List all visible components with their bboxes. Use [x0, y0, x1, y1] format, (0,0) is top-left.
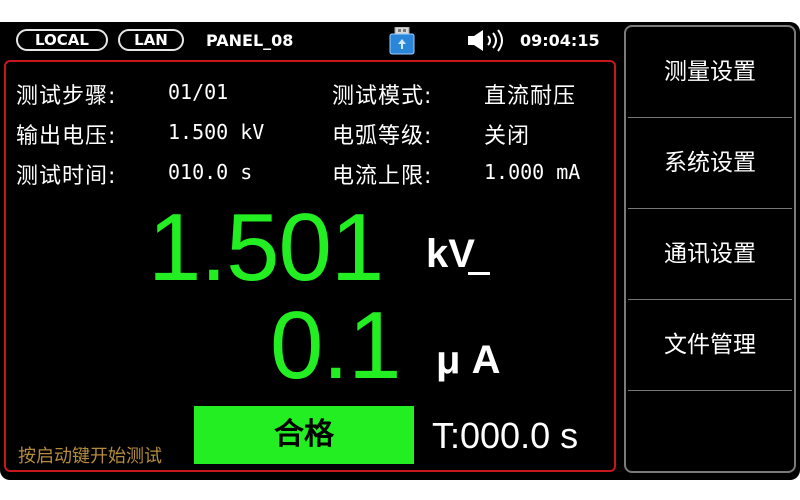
menu-empty-slot[interactable]: [626, 391, 794, 471]
arc-level-label: 电弧等级:: [332, 124, 433, 149]
test-time-value: 010.0 s: [168, 160, 253, 184]
local-mode-badge[interactable]: LOCAL: [16, 29, 108, 51]
test-mode-value: 直流耐压: [484, 84, 577, 109]
current-limit-label: 电流上限:: [332, 164, 433, 189]
menu-system-settings[interactable]: 系统设置: [626, 118, 794, 208]
test-time-label: 测试时间:: [16, 164, 117, 189]
test-panel: 测试步骤: 01/01 测试模式: 直流耐压 输出电压: 1.500 kV 电弧…: [4, 60, 616, 472]
elapsed-timer: T:000.0 s: [432, 415, 579, 456]
arc-level-value: 关闭: [484, 124, 531, 149]
pass-result-badge: 合格: [194, 406, 414, 464]
test-step-value: 01/01: [168, 80, 229, 104]
start-hint: 按启动键开始测试: [18, 446, 162, 467]
lan-badge[interactable]: LAN: [118, 29, 184, 51]
menu-communication-settings[interactable]: 通讯设置: [626, 209, 794, 299]
current-reading: 0.1: [270, 292, 401, 399]
voltage-unit: kV: [426, 232, 475, 276]
panel-name: PANEL_08: [206, 31, 294, 50]
side-menu: 测量设置 系统设置 通讯设置 文件管理: [624, 25, 796, 473]
voltage-reading: 1.501: [148, 194, 384, 301]
menu-measure-settings[interactable]: 测量设置: [626, 27, 794, 117]
status-bar: LOCAL LAN PANEL_08 09:04:15: [0, 22, 620, 58]
current-limit-value: 1.000 mA: [484, 160, 581, 184]
clock: 09:04:15: [520, 31, 600, 50]
menu-file-management[interactable]: 文件管理: [626, 300, 794, 390]
output-voltage-value: 1.500 kV: [168, 120, 265, 144]
speaker-icon[interactable]: [466, 28, 512, 56]
test-step-label: 测试步骤:: [16, 84, 117, 109]
usb-drive-icon: [386, 26, 418, 59]
output-voltage-label: 输出电压:: [16, 124, 117, 149]
test-mode-label: 测试模式:: [332, 84, 433, 109]
current-unit: μ A: [436, 338, 501, 382]
